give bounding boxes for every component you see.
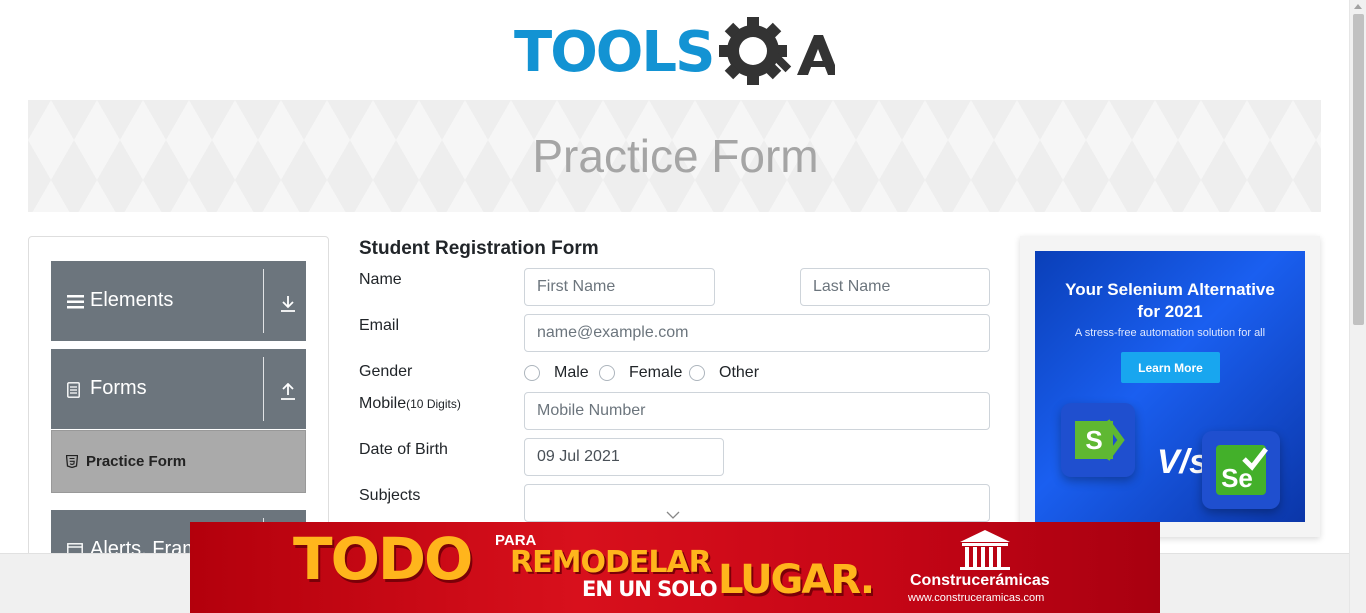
ad-en-un-solo-text: EN UN SOLO <box>582 577 718 601</box>
html5-icon <box>66 455 78 468</box>
radio-label: Female <box>629 364 683 381</box>
subjects-input[interactable] <box>524 484 990 522</box>
gender-radio-other[interactable]: Other <box>689 364 759 382</box>
temple-logo-icon <box>960 530 1010 570</box>
email-label: Email <box>359 317 400 334</box>
radio-circle[interactable] <box>689 365 705 381</box>
toolsqa-logo[interactable]: TOOLS <box>514 15 838 91</box>
mobile-label-text: Mobile <box>359 395 407 412</box>
scroll-up-arrow-icon[interactable] <box>1354 4 1362 9</box>
radio-circle[interactable] <box>599 365 615 381</box>
ad-lugar-text: LUGAR. <box>718 557 875 603</box>
se-logo-icon: Se <box>1216 445 1268 495</box>
group-header-elements[interactable]: Elements <box>51 261 306 341</box>
hamburger-icon <box>67 295 84 309</box>
logo-qa-gear-icon <box>719 17 836 85</box>
scrollbar-thumb[interactable] <box>1353 14 1364 325</box>
ad-todo-text: TODO <box>293 525 473 593</box>
radio-circle[interactable] <box>524 365 540 381</box>
page: TOOLS Practice Form Elements Forms Pract… <box>0 0 1366 613</box>
radio-label: Male <box>554 364 589 381</box>
sidebar-item-practice-form[interactable]: Practice Form <box>51 430 306 493</box>
group-header-forms[interactable]: Forms <box>51 349 306 429</box>
ad-title-line2: for 2021 <box>1137 302 1203 321</box>
chevron-down-icon <box>666 511 680 519</box>
mobile-input[interactable]: Mobile Number <box>524 392 990 430</box>
group-label-elements: Elements <box>90 289 174 311</box>
page-title: Practice Form <box>532 130 819 182</box>
mobile-hint: (10 Digits) <box>406 397 461 411</box>
download-arrow-icon[interactable] <box>279 295 297 313</box>
subjects-label: Subjects <box>359 487 421 504</box>
dob-label: Date of Birth <box>359 441 448 458</box>
document-icon <box>67 382 80 398</box>
logo-tools-text: TOOLS <box>514 20 715 85</box>
s-letter: S <box>1085 425 1102 455</box>
group-divider <box>263 357 264 421</box>
form-title: Student Registration Form <box>359 238 599 259</box>
gender-radio-female[interactable]: Female <box>599 364 682 382</box>
ad-brand-url: www.construceramicas.com <box>908 592 1045 604</box>
ad-title: Your Selenium Alternative for 2021 <box>1035 279 1305 323</box>
page-banner: Practice Form <box>28 100 1321 212</box>
vs-text: V/s <box>1157 443 1209 481</box>
sidebar-item-label: Practice Form <box>86 453 187 470</box>
bottom-ad-banner[interactable]: TODO PARA REMODELAR EN UN SOLO LUGAR. Co… <box>190 522 1160 613</box>
s-logo-icon: S <box>1075 419 1125 461</box>
first-name-input[interactable]: First Name <box>524 268 715 306</box>
testproject-logo-icon: S <box>1061 403 1135 477</box>
mobile-label: Mobile(10 Digits) <box>359 395 461 413</box>
upload-arrow-icon[interactable] <box>279 383 297 401</box>
ad-title-line1: Your Selenium Alternative <box>1065 280 1275 299</box>
last-name-input[interactable]: Last Name <box>800 268 990 306</box>
group-label-forms: Forms <box>90 377 147 399</box>
email-input[interactable]: name@example.com <box>524 314 990 352</box>
radio-label: Other <box>719 364 760 381</box>
se-letters: Se <box>1221 463 1253 493</box>
side-ad-container: Your Selenium Alternative for 2021 A str… <box>1020 236 1320 537</box>
gender-radio-male[interactable]: Male <box>524 364 589 382</box>
group-divider <box>263 269 264 333</box>
ad-subtitle: A stress-free automation solution for al… <box>1074 327 1266 339</box>
ad-remodelar-text: REMODELAR <box>510 545 712 580</box>
side-ad[interactable]: Your Selenium Alternative for 2021 A str… <box>1035 251 1305 522</box>
vertical-scrollbar[interactable] <box>1349 0 1366 613</box>
selenium-logo-icon: Se <box>1202 431 1280 509</box>
name-label: Name <box>359 271 402 288</box>
gender-label: Gender <box>359 363 413 380</box>
learn-more-button[interactable]: Learn More <box>1121 352 1220 383</box>
dob-input[interactable]: 09 Jul 2021 <box>524 438 724 476</box>
ad-brand-name: Construcerámicas <box>910 572 1050 589</box>
